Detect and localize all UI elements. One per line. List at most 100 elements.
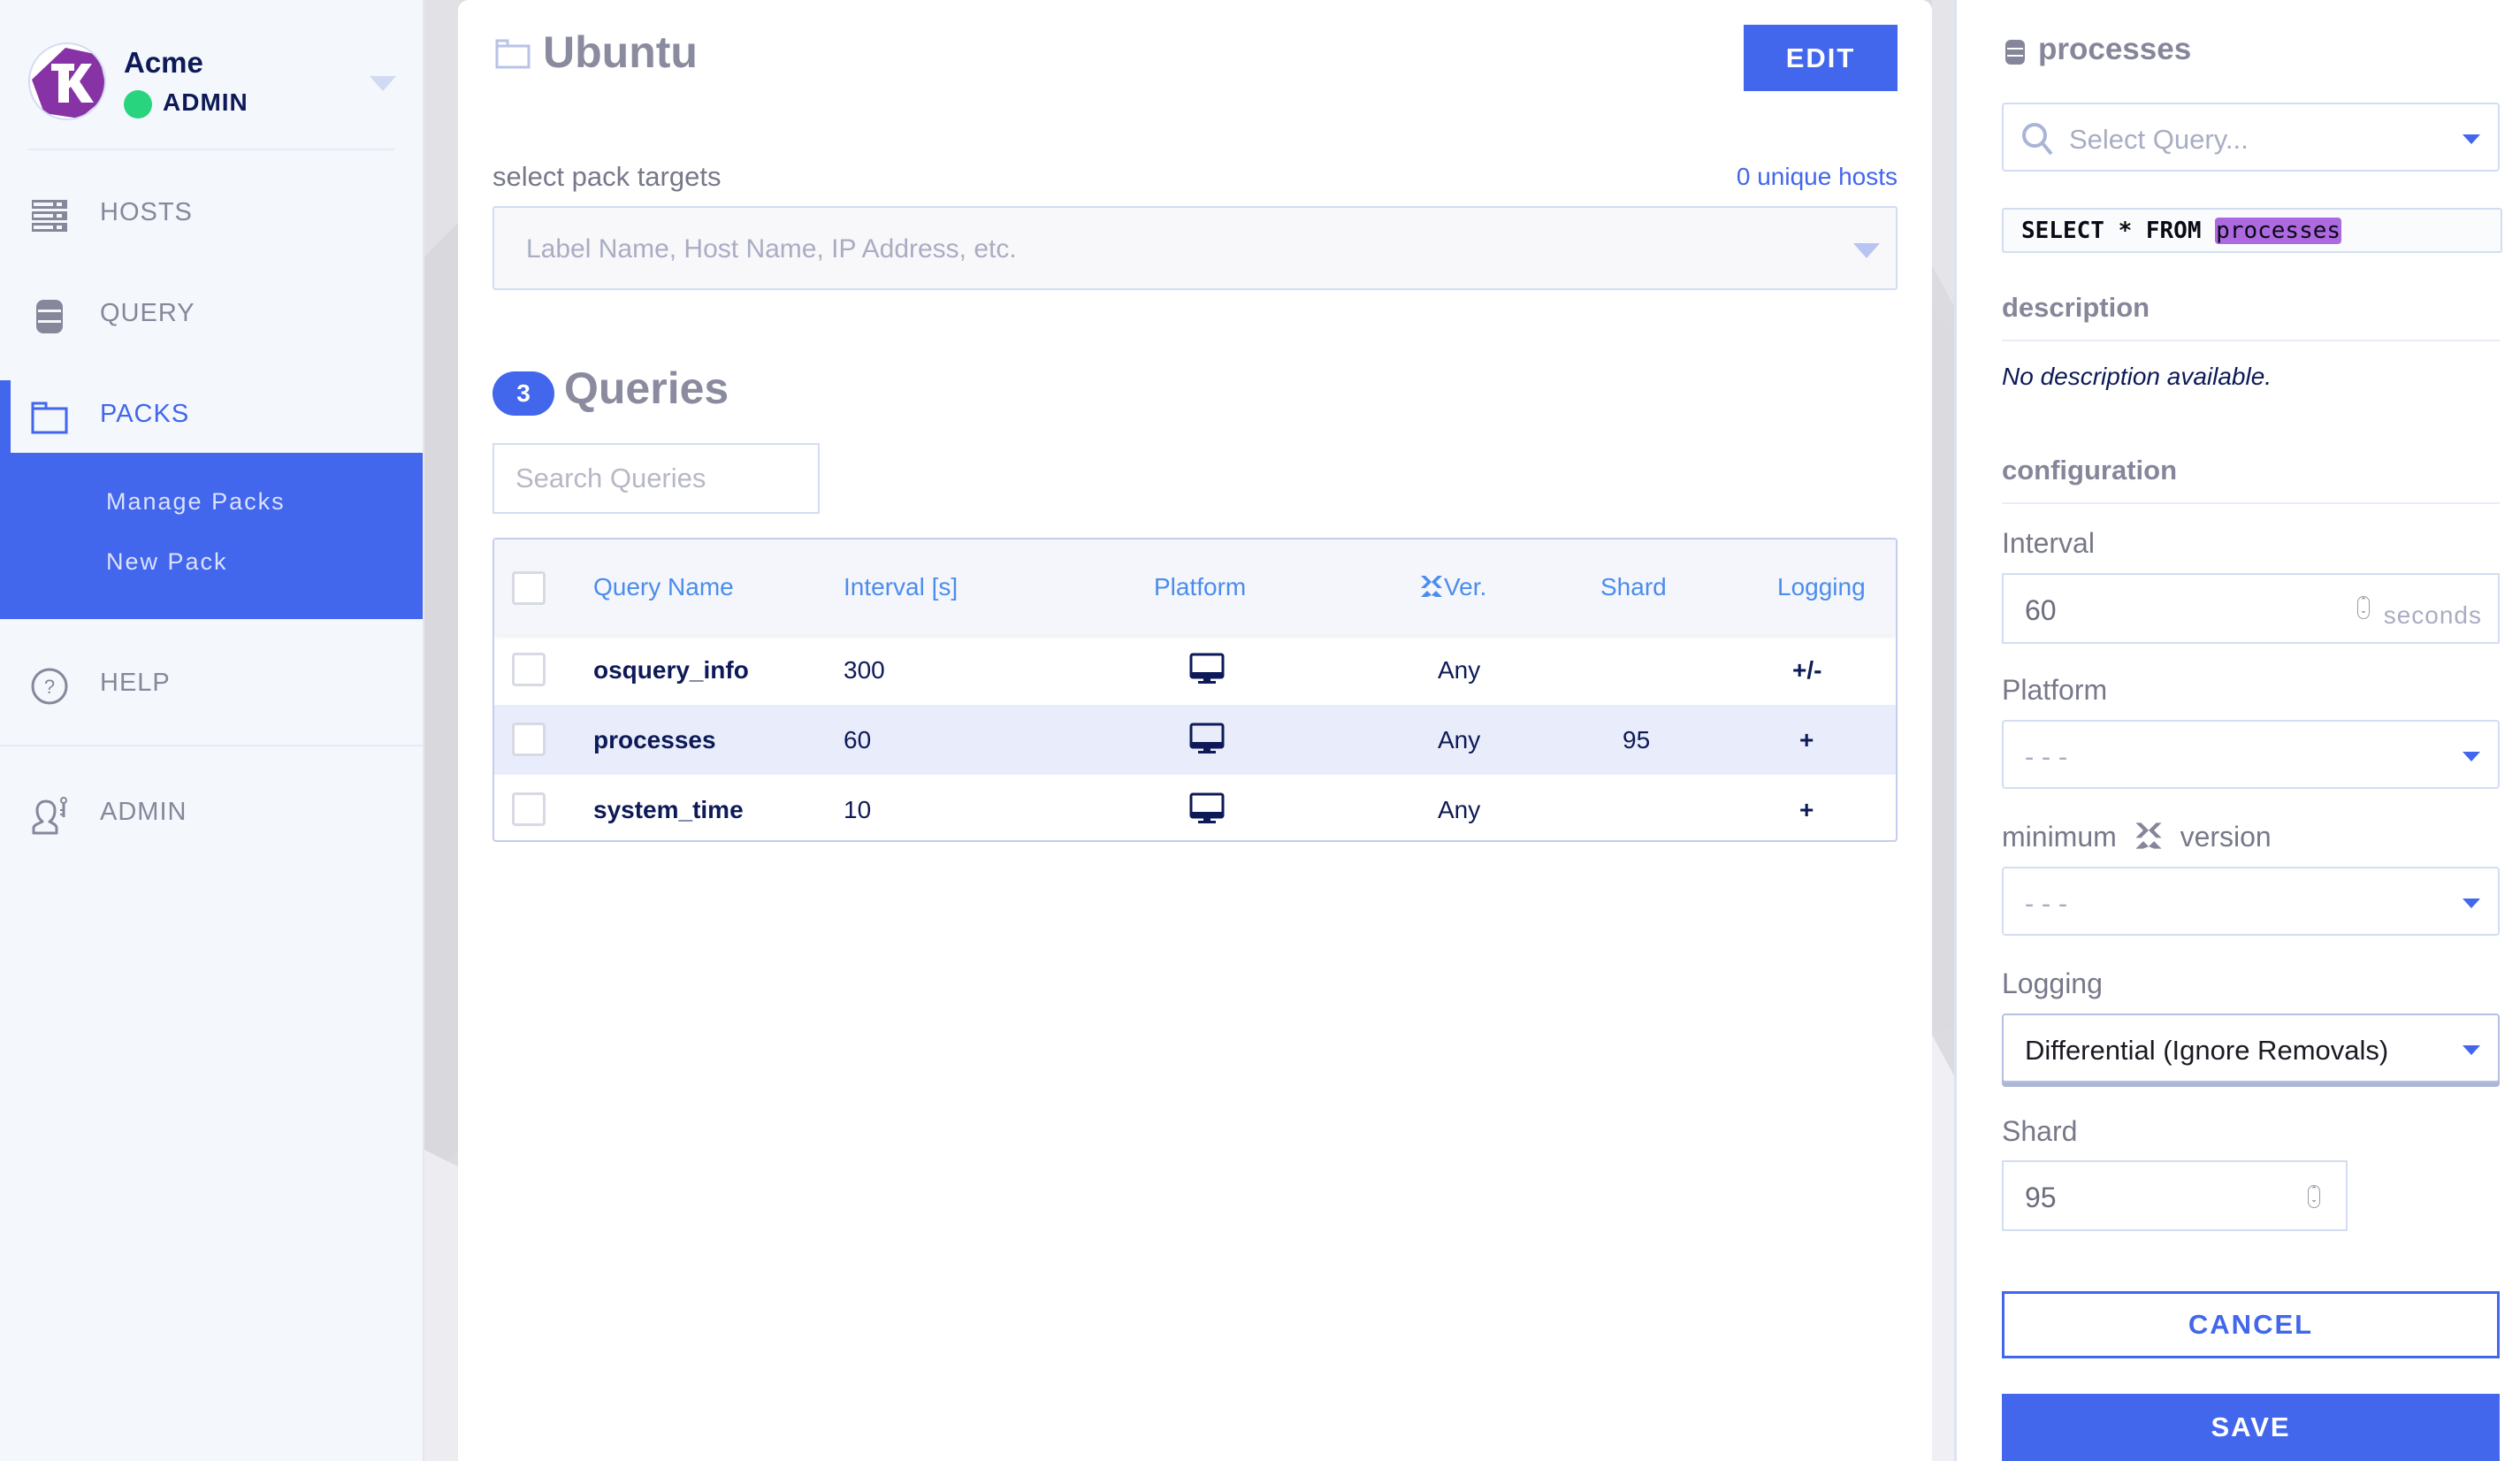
shard-input[interactable]: 95 ⌃ ⌄ bbox=[2002, 1160, 2348, 1231]
query-interval: 60 bbox=[844, 726, 872, 753]
org-switcher[interactable]: Acme ADMIN bbox=[28, 42, 396, 124]
query-version: Any bbox=[1438, 726, 1481, 753]
edit-button[interactable]: EDIT bbox=[1744, 25, 1898, 91]
sidebar-item-label: ADMIN bbox=[100, 798, 187, 826]
caret-down-icon bbox=[1853, 243, 1880, 258]
sidebar-item-admin[interactable]: ADMIN bbox=[0, 778, 423, 849]
min-version-select[interactable]: - - - bbox=[2002, 867, 2500, 936]
database-icon bbox=[30, 297, 69, 336]
column-shard[interactable]: Shard bbox=[1600, 573, 1667, 601]
sidebar-item-hosts[interactable]: HOSTS bbox=[0, 179, 423, 249]
min-version-label-prefix: minimum bbox=[2002, 821, 2117, 853]
number-spinner[interactable]: ⌃ ⌄ bbox=[2308, 1185, 2320, 1208]
description-text: No description available. bbox=[2002, 363, 2272, 390]
osquery-icon bbox=[1421, 576, 1442, 597]
query-name: processes bbox=[593, 726, 716, 753]
min-version-label: minimum version bbox=[2002, 821, 2272, 853]
min-version-value: - - - bbox=[2025, 888, 2068, 919]
section-divider bbox=[2002, 502, 2500, 504]
sidebar-divider bbox=[0, 745, 423, 746]
sidebar: Acme ADMIN HOSTS QUERY PACKS Manage Pack… bbox=[0, 0, 424, 1461]
question-circle-icon: ? bbox=[30, 667, 69, 706]
query-version: Any bbox=[1438, 796, 1481, 823]
section-divider bbox=[2002, 340, 2500, 341]
selected-query-title: processes bbox=[2038, 32, 2192, 66]
platform-label: Platform bbox=[2002, 674, 2108, 706]
desktop-icon bbox=[1189, 792, 1225, 830]
column-version-label: Ver. bbox=[1444, 573, 1487, 600]
submenu-item-new-pack[interactable]: New Pack bbox=[106, 548, 228, 576]
save-button[interactable]: SAVE bbox=[2002, 1394, 2500, 1461]
sidebar-item-label: HELP bbox=[100, 669, 171, 697]
row-checkbox[interactable] bbox=[512, 723, 546, 756]
status-indicator bbox=[124, 90, 152, 119]
active-indicator bbox=[0, 380, 11, 455]
query-shard: 95 bbox=[1623, 726, 1651, 753]
pack-title: Ubuntu bbox=[543, 27, 698, 77]
pack-targets-select[interactable]: Label Name, Host Name, IP Address, etc. bbox=[493, 206, 1898, 290]
logging-select[interactable]: Differential (Ignore Removals) bbox=[2002, 1014, 2500, 1082]
table-row[interactable]: processes 60 Any 95 + bbox=[494, 705, 1896, 775]
search-icon bbox=[2021, 122, 2055, 161]
interval-value: 60 bbox=[2025, 594, 2057, 626]
queries-count-badge: 3 bbox=[493, 371, 554, 416]
query-name: osquery_info bbox=[593, 656, 749, 684]
column-logging[interactable]: Logging bbox=[1777, 573, 1866, 601]
min-version-label-suffix: version bbox=[2180, 821, 2272, 853]
sidebar-item-label: HOSTS bbox=[100, 198, 193, 226]
sidebar-item-query[interactable]: QUERY bbox=[0, 279, 423, 350]
interval-input[interactable]: 60 ⌃ ⌄ seconds bbox=[2002, 573, 2500, 644]
shard-label: Shard bbox=[2002, 1115, 2078, 1147]
column-platform[interactable]: Platform bbox=[1154, 573, 1246, 601]
platform-select[interactable]: - - - bbox=[2002, 720, 2500, 789]
sidebar-divider bbox=[28, 149, 394, 150]
server-stack-icon bbox=[30, 196, 69, 235]
search-queries-input[interactable] bbox=[493, 443, 820, 514]
caret-down-icon bbox=[2463, 134, 2480, 144]
folder-icon bbox=[30, 398, 69, 437]
description-heading: description bbox=[2002, 292, 2150, 323]
table-row[interactable]: osquery_info 300 Any +/- bbox=[494, 635, 1896, 705]
select-query-dropdown[interactable]: Select Query... bbox=[2002, 103, 2500, 172]
logging-value: Differential (Ignore Removals) bbox=[2025, 1035, 2389, 1066]
caret-down-icon bbox=[2463, 899, 2480, 908]
osquery-icon bbox=[2135, 822, 2162, 849]
column-version[interactable]: Ver. bbox=[1419, 573, 1486, 601]
number-spinner[interactable]: ⌃ ⌄ bbox=[2357, 596, 2370, 619]
column-query-name[interactable]: Query Name bbox=[593, 573, 734, 601]
sidebar-item-help[interactable]: ? HELP bbox=[0, 649, 423, 720]
column-interval[interactable]: Interval [s] bbox=[844, 573, 958, 601]
cancel-button[interactable]: CANCEL bbox=[2002, 1291, 2500, 1358]
sidebar-item-packs[interactable]: PACKS bbox=[11, 380, 423, 451]
org-name: Acme bbox=[124, 46, 203, 79]
folder-icon bbox=[495, 39, 531, 73]
targets-placeholder: Label Name, Host Name, IP Address, etc. bbox=[526, 234, 1017, 264]
unique-hosts-count: 0 unique hosts bbox=[1736, 163, 1898, 190]
platform-value: - - - bbox=[2025, 741, 2068, 772]
submenu-item-manage-packs[interactable]: Manage Packs bbox=[106, 488, 286, 516]
queries-heading: Queries bbox=[564, 363, 729, 413]
queries-table: Query Name Interval [s] Platform Ver. Sh… bbox=[493, 538, 1898, 842]
interval-unit: seconds bbox=[2383, 601, 2482, 629]
kolide-logo-icon bbox=[28, 42, 106, 120]
query-interval: 300 bbox=[844, 656, 885, 684]
query-logging: + bbox=[1799, 726, 1814, 753]
shard-value: 95 bbox=[2025, 1182, 2057, 1213]
select-query-placeholder: Select Query... bbox=[2069, 124, 2249, 155]
desktop-icon bbox=[1189, 653, 1225, 690]
desktop-icon bbox=[1189, 723, 1225, 760]
pack-details-panel: Ubuntu EDIT select pack targets 0 unique… bbox=[458, 0, 1932, 1461]
admin-user-key-icon bbox=[30, 796, 69, 835]
sql-table-highlight: processes bbox=[2215, 218, 2342, 244]
table-row[interactable]: system_time 10 Any + bbox=[494, 775, 1896, 840]
select-all-checkbox[interactable] bbox=[512, 571, 546, 605]
query-interval: 10 bbox=[844, 796, 872, 823]
interval-label: Interval bbox=[2002, 527, 2095, 559]
table-header: Query Name Interval [s] Platform Ver. Sh… bbox=[494, 539, 1896, 635]
row-checkbox[interactable] bbox=[512, 792, 546, 826]
targets-label: select pack targets bbox=[493, 161, 722, 192]
database-icon bbox=[2005, 39, 2026, 69]
chevron-down-icon[interactable] bbox=[370, 76, 396, 91]
row-checkbox[interactable] bbox=[512, 653, 546, 686]
sql-preview: SELECT * FROM processes bbox=[2002, 208, 2502, 253]
